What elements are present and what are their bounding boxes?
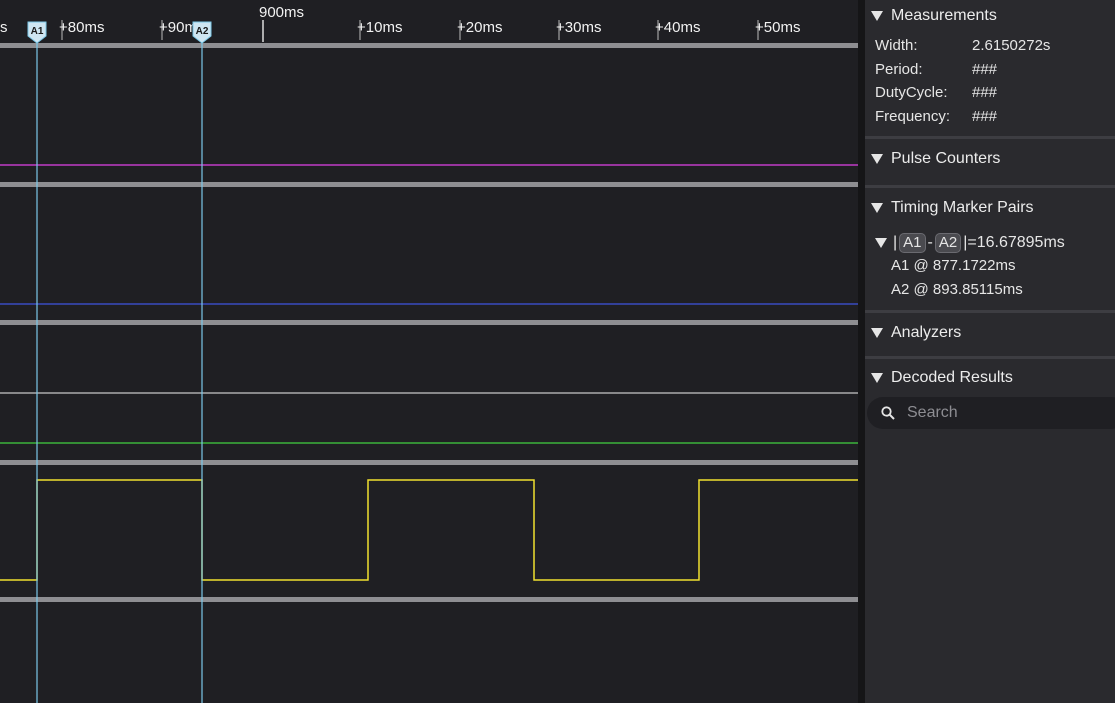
measurement-key: DutyCycle: — [875, 84, 948, 101]
section-divider — [865, 136, 1115, 139]
decoded-results-header[interactable]: Decoded Results — [865, 367, 1115, 389]
measurement-key: Width: — [875, 37, 918, 54]
search-icon — [881, 406, 895, 420]
section-title: Timing Marker Pairs — [891, 199, 1034, 216]
waveform-view[interactable]: s +80ms +90ms 900ms +10ms +20ms +30ms +4… — [0, 0, 860, 703]
search-input[interactable] — [905, 403, 1109, 423]
search-box[interactable] — [867, 397, 1115, 429]
measurement-key: Period: — [875, 61, 923, 78]
channel-separator[interactable] — [0, 597, 858, 602]
channel-separator[interactable] — [0, 182, 858, 187]
section-title: Analyzers — [891, 324, 962, 341]
measurement-value: 2.6150272s — [972, 37, 1051, 54]
tick-label: +40ms — [655, 19, 700, 36]
expand-triangle-icon[interactable] — [875, 238, 887, 248]
side-panel: Measurements Width: 2.6150272s Period: #… — [865, 0, 1115, 703]
tick-label: +10ms — [357, 19, 402, 36]
marker-chip-a1[interactable]: A1 — [899, 233, 926, 253]
collapse-triangle-icon[interactable] — [871, 203, 883, 213]
tick-label-major: 900ms — [259, 4, 304, 21]
marker-flag-label: A1 — [31, 26, 44, 37]
tick-label: s — [0, 19, 8, 36]
section-divider — [865, 310, 1115, 313]
timing-marker-pairs-header[interactable]: Timing Marker Pairs — [865, 197, 1115, 219]
tick-label: +80ms — [59, 19, 104, 36]
section-title: Pulse Counters — [891, 150, 1001, 167]
marker-chip-a2[interactable]: A2 — [934, 233, 962, 253]
measurement-value: ### — [972, 108, 998, 125]
tick-label: +50ms — [755, 19, 800, 36]
measurement-key: Frequency: — [875, 108, 951, 125]
section-divider — [865, 356, 1115, 359]
section-title: Decoded Results — [891, 369, 1013, 386]
pulse-counters-header[interactable]: Pulse Counters — [865, 148, 1115, 170]
marker-a1-time: A1 @ 877.1722ms — [891, 257, 1016, 274]
collapse-triangle-icon[interactable] — [871, 373, 883, 383]
collapse-triangle-icon[interactable] — [871, 11, 883, 21]
pair-delta-value: |=16.67895ms — [963, 234, 1065, 251]
panel-splitter[interactable] — [858, 0, 865, 703]
abs-bar-open: | — [893, 234, 898, 251]
section-divider — [865, 185, 1115, 188]
channel-separator[interactable] — [0, 320, 858, 325]
tick-label: +20ms — [457, 19, 502, 36]
measurements-header[interactable]: Measurements — [865, 5, 1115, 27]
tick-label: +30ms — [556, 19, 601, 36]
analyzers-header[interactable]: Analyzers — [865, 322, 1115, 344]
marker-a2-time: A2 @ 893.85115ms — [891, 281, 1023, 298]
marker-flag-label: A2 — [196, 26, 209, 37]
pair-dash: - — [927, 234, 933, 251]
measurement-value: ### — [972, 61, 998, 78]
channel-separator[interactable] — [0, 43, 858, 48]
timeline-ruler[interactable]: s +80ms +90ms 900ms +10ms +20ms +30ms +4… — [0, 0, 860, 42]
channel-5-square-wave — [0, 479, 858, 581]
measurement-value: ### — [972, 84, 998, 101]
marker-pair-row[interactable]: | A1 - A2 |=16.67895ms — [875, 232, 1065, 254]
collapse-triangle-icon[interactable] — [871, 328, 883, 338]
channel-separator[interactable] — [0, 460, 858, 465]
collapse-triangle-icon[interactable] — [871, 154, 883, 164]
section-title: Measurements — [891, 7, 997, 24]
